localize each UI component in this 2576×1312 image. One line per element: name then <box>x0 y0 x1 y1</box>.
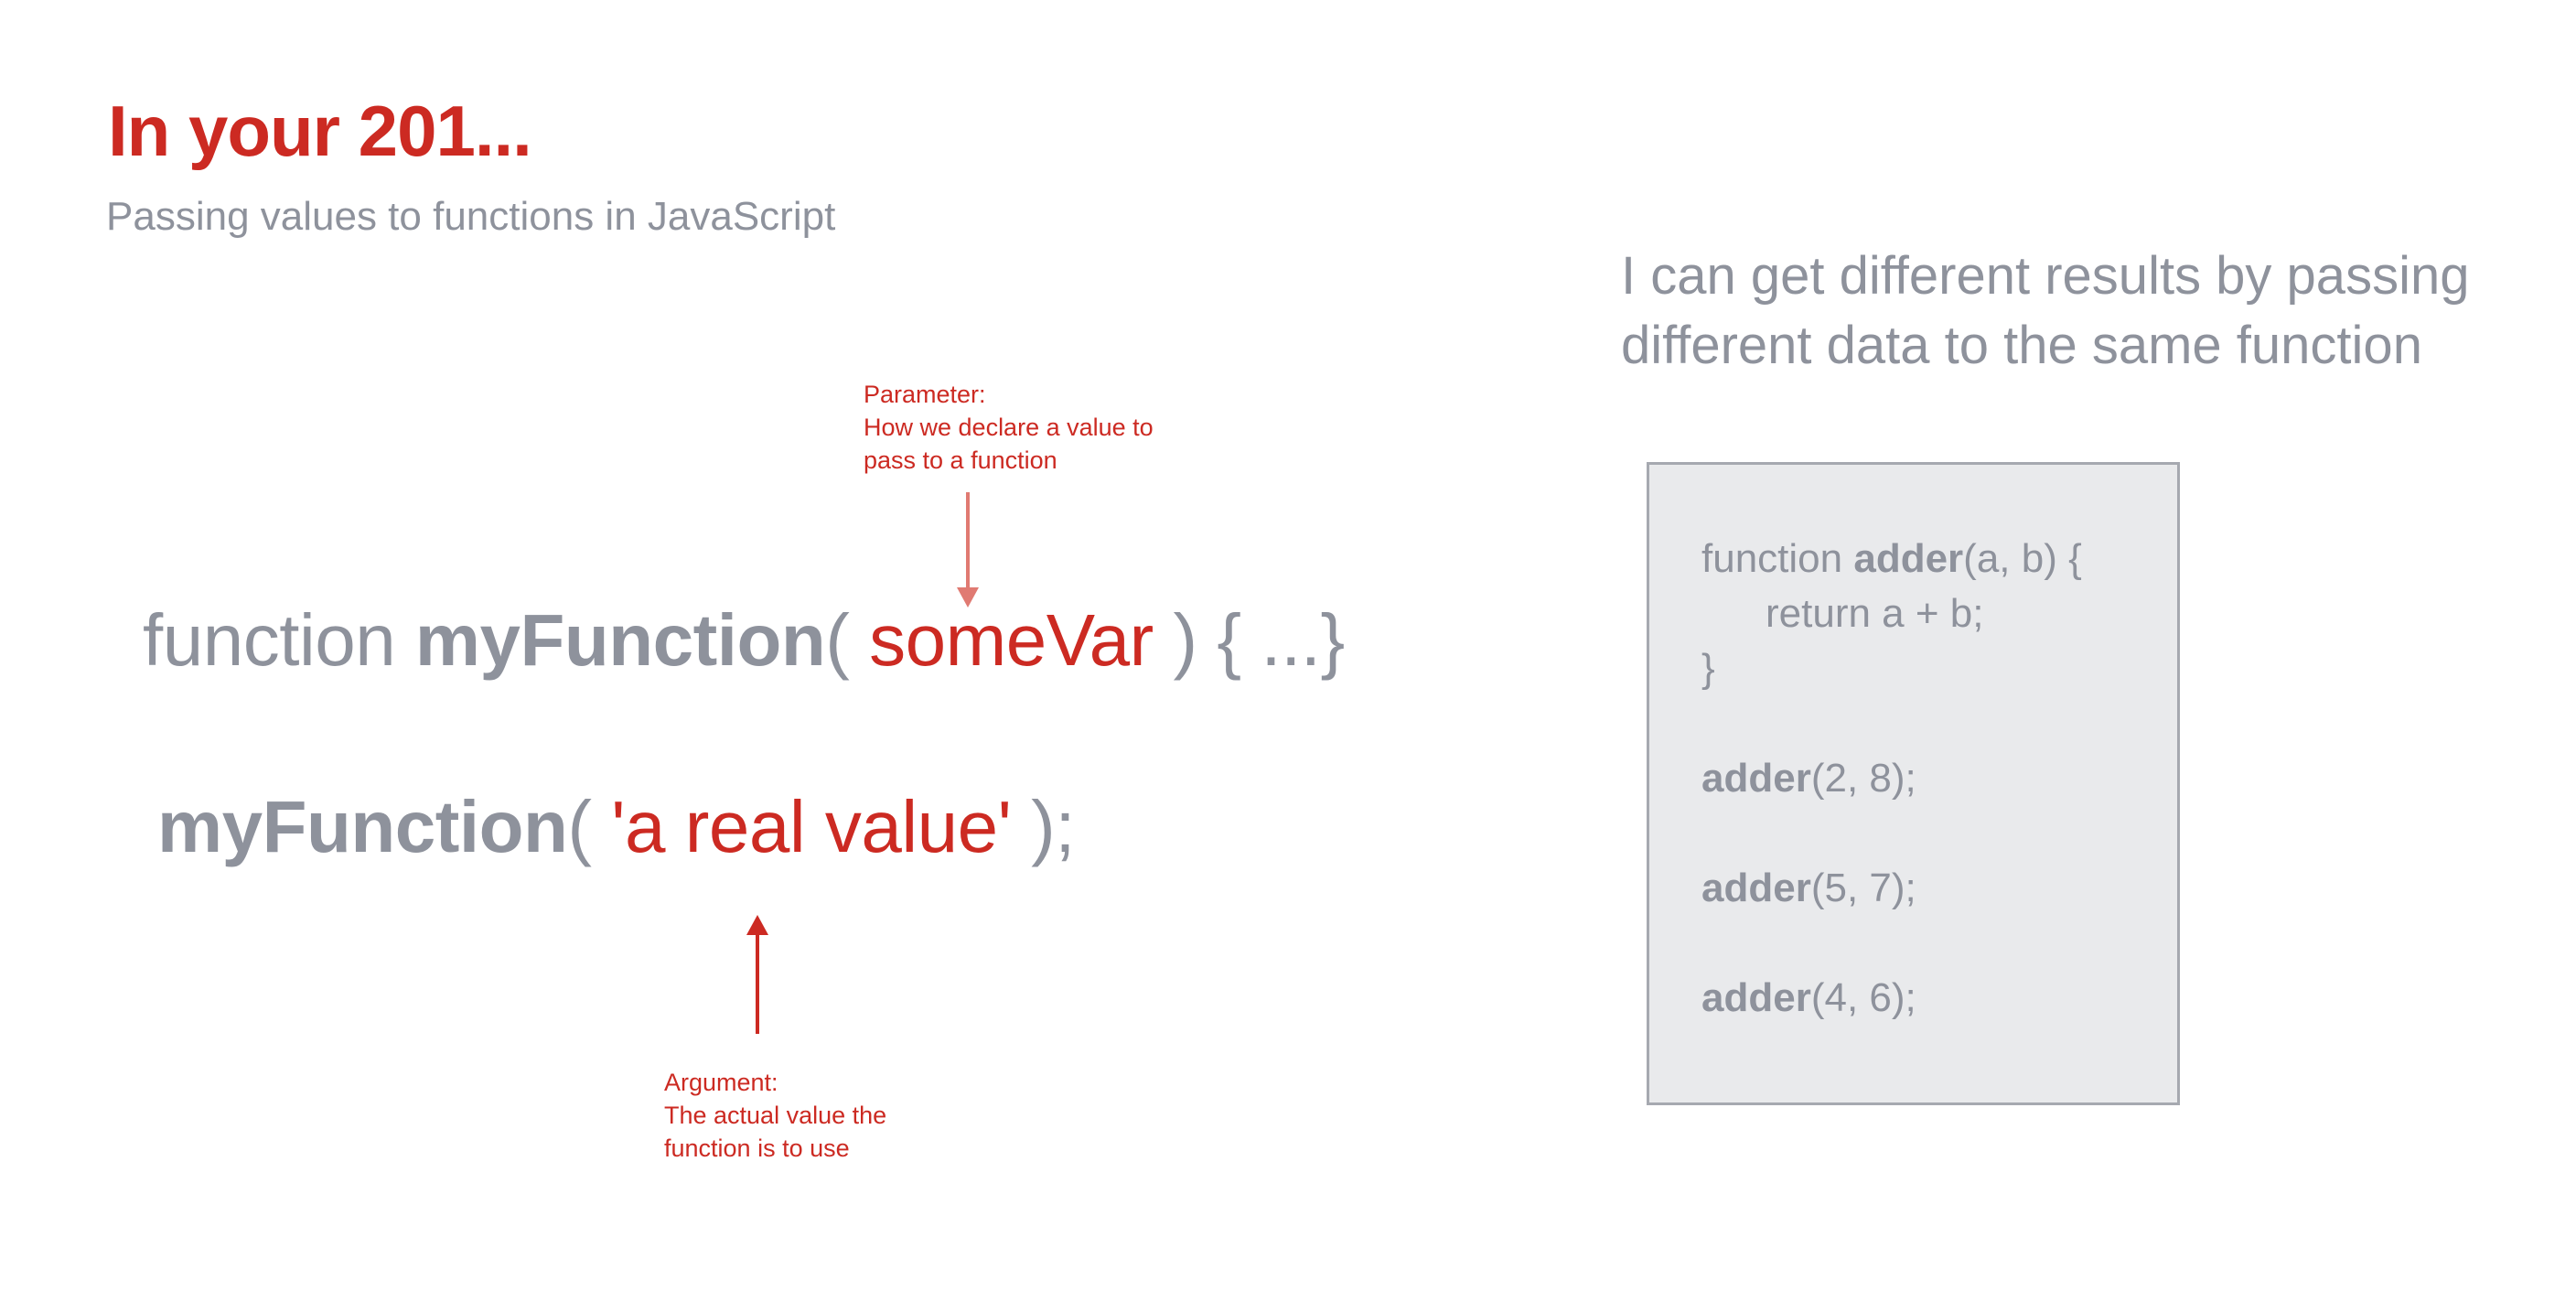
function-keyword: function <box>143 599 415 681</box>
code-call-3: adder(4, 6); <box>1701 975 1916 1021</box>
code-signature-params: (a, b) { <box>1963 536 2082 581</box>
code-line-signature: function adder(a, b) { <box>1701 536 2082 582</box>
function-declaration: function myFunction( someVar ) { ...} <box>143 598 1345 683</box>
argument-token: 'a real value' <box>611 786 1012 867</box>
parameter-token: someVar <box>869 599 1154 681</box>
function-call: myFunction( 'a real value' ); <box>157 785 1075 869</box>
function-name: myFunction <box>414 599 826 681</box>
parameter-description-line-2: pass to a function <box>864 446 1057 474</box>
code-call-args: (4, 6); <box>1810 975 1916 1020</box>
code-function-keyword: function <box>1701 536 1854 581</box>
argument-description-line-2: function is to use <box>664 1135 850 1162</box>
call-open-paren: ( <box>567 786 612 867</box>
code-call-name: adder <box>1701 756 1811 801</box>
parameter-arrow-icon <box>957 492 979 608</box>
open-paren: ( <box>825 599 870 681</box>
parameter-description-line-1: How we declare a value to <box>864 414 1154 441</box>
code-line-close-brace: } <box>1701 646 1715 691</box>
code-call-1: adder(2, 8); <box>1701 756 1916 801</box>
argument-annotation: Argument: The actual value the function … <box>664 1066 886 1165</box>
slide-subtitle: Passing values to functions in JavaScrip… <box>106 194 836 239</box>
code-function-name: adder <box>1853 536 1964 581</box>
declaration-rest: ) { ...} <box>1153 599 1346 681</box>
code-call-name: adder <box>1701 866 1811 910</box>
code-call-args: (2, 8); <box>1810 756 1916 801</box>
code-example-box: function adder(a, b) { return a + b; } a… <box>1647 462 2180 1105</box>
slide-title: In your 201... <box>108 91 532 171</box>
argument-arrow-icon <box>746 915 768 1034</box>
parameter-annotation: Parameter: How we declare a value to pas… <box>864 378 1154 477</box>
code-call-2: adder(5, 7); <box>1701 866 1916 911</box>
code-line-return: return a + b; <box>1766 591 1984 636</box>
call-rest: ); <box>1011 786 1075 867</box>
right-heading: I can get different results by passing d… <box>1621 246 2470 375</box>
code-call-name: adder <box>1701 975 1811 1020</box>
call-function-name: myFunction <box>157 786 568 867</box>
code-call-args: (5, 7); <box>1810 866 1916 910</box>
argument-heading: Argument: <box>664 1069 778 1096</box>
parameter-heading: Parameter: <box>864 381 986 408</box>
argument-description-line-1: The actual value the <box>664 1102 887 1129</box>
